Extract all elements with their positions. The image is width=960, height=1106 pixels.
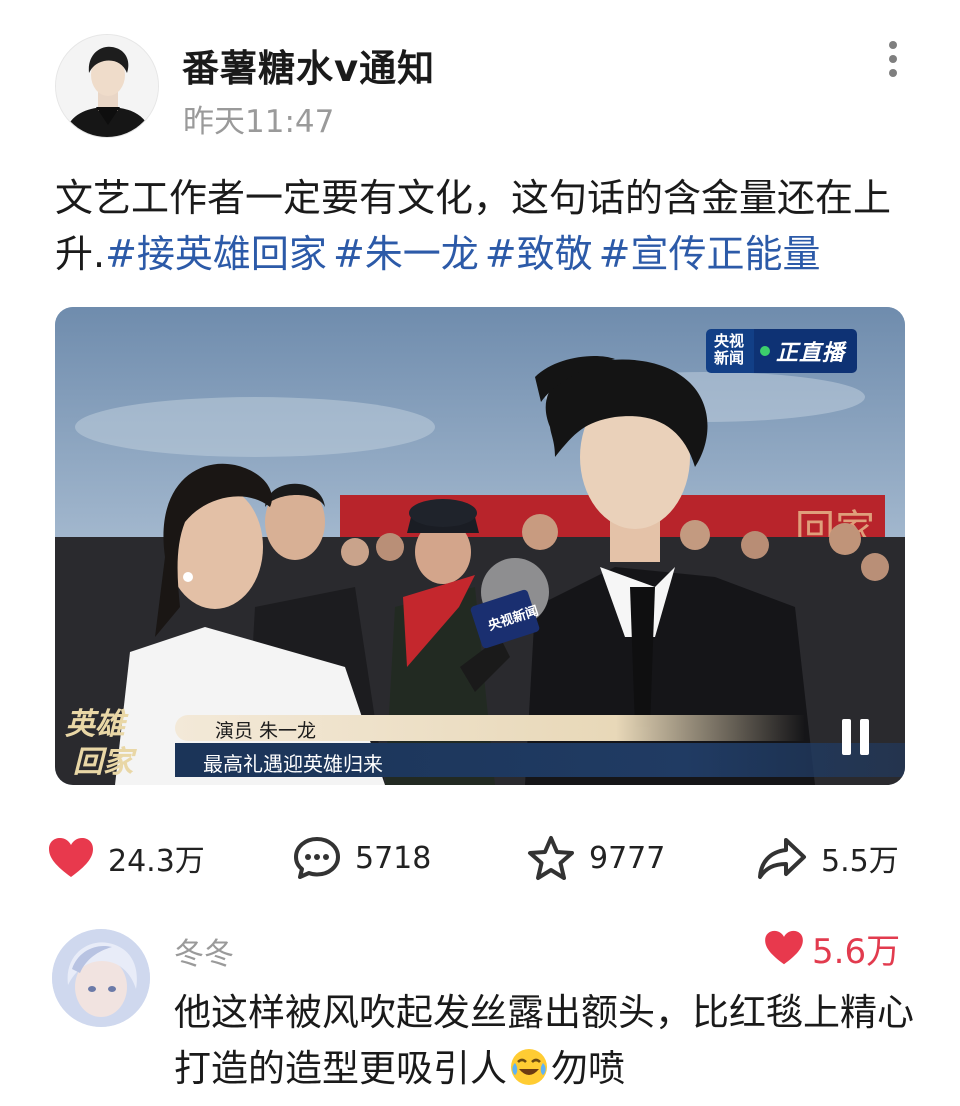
live-badge: 正直播 bbox=[754, 329, 858, 373]
share-arrow-icon bbox=[758, 838, 806, 879]
live-badge-text: 正直播 bbox=[776, 341, 846, 366]
heart-icon bbox=[765, 930, 803, 965]
crying-laughing-emoji-icon bbox=[509, 1047, 549, 1103]
comment-like-button[interactable]: 5.6万 bbox=[764, 925, 901, 972]
comment-text-tail: 勿喷 bbox=[551, 1047, 625, 1090]
channel-badge-name: 央视新闻 bbox=[706, 329, 754, 373]
hashtag[interactable]: #宣传正能量 bbox=[599, 232, 821, 276]
star-icon bbox=[528, 836, 574, 880]
favorite-button[interactable]: 9777 bbox=[527, 828, 665, 888]
video-frame: 回家 央视新闻 bbox=[55, 307, 905, 785]
post-time: 昨天11:47 bbox=[183, 104, 335, 140]
show-logo: 英雄 回家 bbox=[61, 699, 173, 785]
speaker-label: 演员 朱一龙 bbox=[215, 720, 317, 742]
author-name[interactable]: 番薯糖水v通知 bbox=[182, 38, 435, 92]
more-options-icon[interactable] bbox=[878, 36, 908, 82]
hashtag[interactable]: #致敬 bbox=[485, 232, 593, 276]
live-dot-icon bbox=[760, 346, 770, 356]
show-logo-line2: 回家 bbox=[73, 745, 133, 780]
share-button[interactable]: 5.5万 bbox=[757, 828, 899, 888]
lower-third: 演员 朱一龙 最高礼遇迎英雄归来 bbox=[55, 715, 905, 785]
heart-icon bbox=[49, 838, 93, 877]
hashtag[interactable]: #接英雄回家 bbox=[105, 232, 327, 276]
top-comment: 冬冬 5.6万 他这样被风吹起发丝露出额头，比红毯上精心打造的造型更吸引人 勿喷 bbox=[0, 925, 960, 1106]
action-bar: 24.3万 5718 9777 5.5万 bbox=[0, 828, 960, 888]
like-button[interactable]: 24.3万 bbox=[48, 828, 205, 888]
post-body: 文艺工作者一定要有文化，这句话的含金量还在上升.#接英雄回家 #朱一龙 #致敬 #宣传… bbox=[55, 170, 915, 282]
post-header: 番薯糖水v通知 昨天11:47 bbox=[0, 0, 960, 150]
video-player[interactable]: 回家 央视新闻 央视新闻 正直播 bbox=[55, 307, 905, 785]
comment-button[interactable]: 5718 bbox=[293, 828, 431, 888]
comment-text: 他这样被风吹起发丝露出额头，比红毯上精心打造的造型更吸引人 勿喷 bbox=[174, 985, 914, 1103]
comment-count: 5718 bbox=[355, 840, 432, 876]
video-caption: 最高礼遇迎英雄归来 bbox=[203, 752, 383, 776]
favorite-count: 9777 bbox=[589, 840, 666, 876]
commenter-avatar[interactable] bbox=[52, 929, 150, 1027]
like-count: 24.3万 bbox=[108, 844, 205, 879]
comment-bubble-icon bbox=[294, 837, 340, 879]
share-count: 5.5万 bbox=[821, 844, 899, 879]
hashtag[interactable]: #朱一龙 bbox=[333, 232, 479, 276]
channel-badge: 央视新闻 正直播 bbox=[706, 329, 858, 373]
comment-like-count: 5.6万 bbox=[812, 931, 901, 972]
author-avatar[interactable] bbox=[55, 34, 159, 138]
pause-icon[interactable] bbox=[833, 715, 877, 759]
commenter-name[interactable]: 冬冬 bbox=[174, 929, 234, 973]
